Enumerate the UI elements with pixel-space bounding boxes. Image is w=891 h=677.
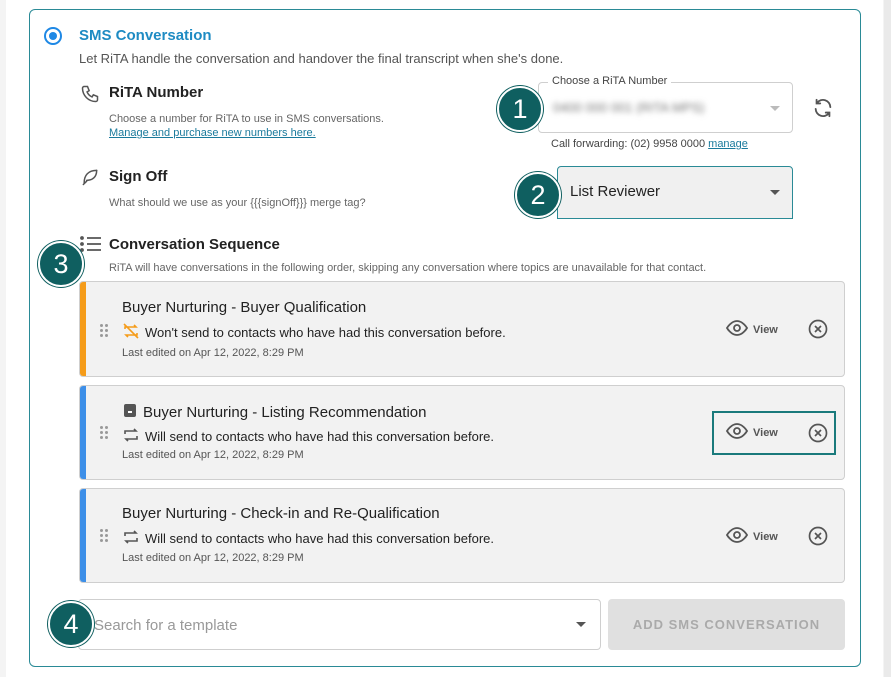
step-badge-4: 4 [48,601,94,647]
step-badge-2: 2 [515,172,561,218]
conversation-title: Buyer Nurturing - Listing Recommendation [143,403,427,421]
template-search-placeholder: Search for a template [94,617,238,634]
sms-conversation-subtitle: Let RiTA handle the conversation and han… [79,51,564,66]
view-button[interactable]: View [725,320,778,339]
conversation-sequence-title: Conversation Sequence [109,236,280,253]
eye-icon [725,527,749,546]
chevron-down-icon [770,106,780,111]
call-forwarding-text: Call forwarding: (02) 9958 0000 [551,138,706,150]
drag-handle-icon[interactable] [100,529,110,543]
no-repeat-icon [122,323,140,342]
refresh-icon[interactable] [812,97,834,124]
chevron-down-icon [576,622,586,627]
step-badge-3: 3 [38,241,84,287]
rita-number-select-label: Choose a RiTA Number [548,75,672,87]
conversation-accent-bar [80,282,86,376]
rita-number-value: 0400 000 001 (RITA MPS) [553,100,705,115]
feather-icon [80,167,100,192]
sms-conversation-radio[interactable] [44,27,62,45]
rita-number-title: RiTA Number [109,84,204,101]
chevron-down-icon [770,190,780,195]
eye-icon [725,320,749,339]
step-badge-1: 1 [497,86,543,132]
conversation-status-text: Will send to contacts who have had this … [145,429,495,444]
conversation-title-row: Buyer Nurturing - Listing Recommendation [122,402,426,422]
conversation-accent-bar [80,386,86,479]
rita-number-desc: Choose a number for RiTA to use in SMS c… [109,113,384,125]
conversation-item[interactable]: Buyer Nurturing - Check-in and Re-Qualif… [79,488,845,583]
scrollbar[interactable] [884,0,891,677]
remove-icon[interactable] [808,319,828,344]
conversation-title: Buyer Nurturing - Buyer Qualification [122,299,367,316]
add-sms-conversation-button[interactable]: ADD SMS CONVERSATION [608,599,845,650]
lock-icon [122,402,138,422]
sign-off-desc: What should we use as your {{{signOff}}}… [109,197,366,209]
forwarding-manage-link[interactable]: manage [708,138,748,150]
repeat-icon [122,529,140,548]
sign-off-value: List Reviewer [570,183,661,200]
manage-numbers-link[interactable]: Manage and purchase new numbers here. [109,127,316,139]
repeat-icon [122,427,140,446]
conversation-sequence-desc: RiTA will have conversations in the foll… [109,262,707,274]
sms-conversation-title: SMS Conversation [79,27,212,44]
drag-handle-icon[interactable] [100,324,110,338]
conversation-status: Will send to contacts who have had this … [122,427,494,446]
phone-icon [80,84,100,109]
call-forwarding: Call forwarding: (02) 9958 0000 manage [551,138,748,150]
conversation-edited: Last edited on Apr 12, 2022, 8:29 PM [122,347,304,359]
view-button-label: View [753,323,778,336]
remove-icon[interactable] [808,526,828,551]
view-button-label: View [753,530,778,543]
highlight-box [712,411,836,455]
conversation-edited: Last edited on Apr 12, 2022, 8:29 PM [122,552,304,564]
conversation-accent-bar [80,489,86,582]
conversation-title: Buyer Nurturing - Check-in and Re-Qualif… [122,505,440,522]
conversation-status: Won't send to contacts who have had this… [122,323,506,342]
conversation-status-text: Won't send to contacts who have had this… [145,325,506,340]
conversation-item[interactable]: Buyer Nurturing - Buyer Qualification Wo… [79,281,845,377]
sign-off-title: Sign Off [109,168,168,185]
conversation-status-text: Will send to contacts who have had this … [145,531,495,546]
list-icon [80,235,102,258]
conversation-status: Will send to contacts who have had this … [122,529,494,548]
view-button[interactable]: View [725,527,778,546]
conversation-edited: Last edited on Apr 12, 2022, 8:29 PM [122,449,304,461]
drag-handle-icon[interactable] [100,426,110,440]
